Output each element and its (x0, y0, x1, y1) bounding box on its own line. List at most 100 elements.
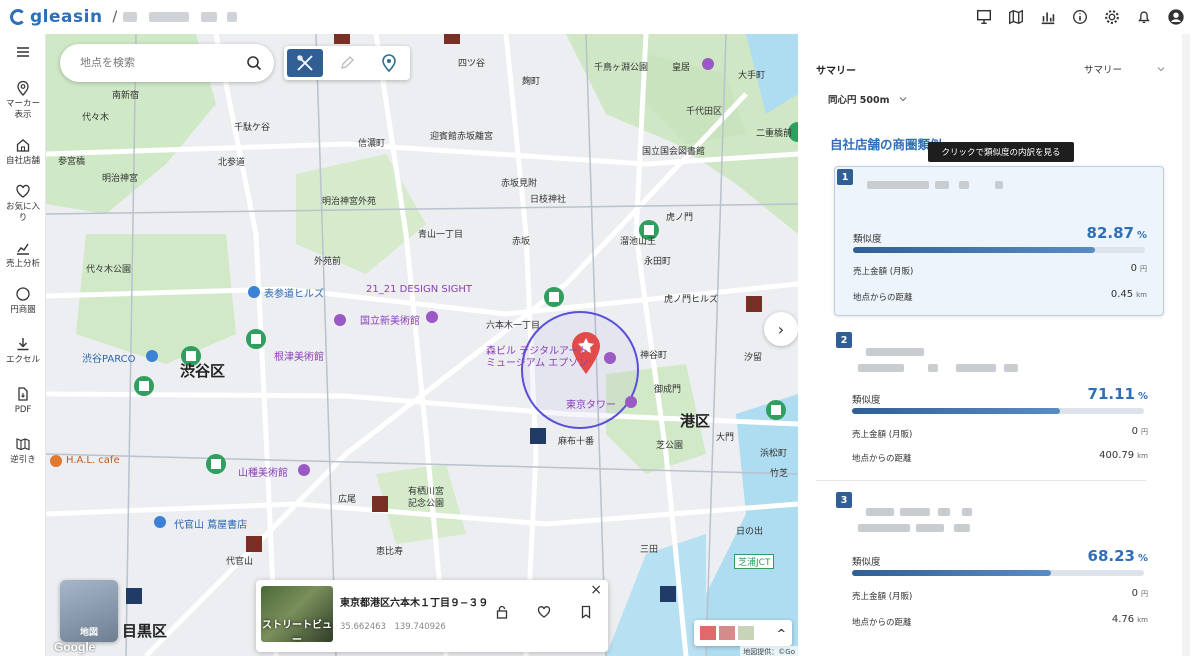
pen-tool-button[interactable] (329, 49, 365, 77)
map-canvas[interactable]: 渋谷区 港区 目黒区 国立新美術館 21_21 DESIGN SIGHT 東京タ… (46, 34, 798, 656)
sidebar-item-label: 逆引き (10, 455, 36, 465)
map-type-toggle[interactable]: 地図 (60, 580, 118, 642)
account-icon[interactable] (1166, 7, 1186, 27)
breadcrumb-redacted (149, 12, 190, 22)
map-label: 森ビル デジタルアート ミュージアム エプソン (486, 346, 589, 369)
map-label: 二重橋前 (756, 129, 793, 139)
sidebar-item-reverse[interactable]: 逆引き (0, 436, 46, 466)
legend-swatch (738, 626, 754, 640)
logo-icon (10, 9, 26, 25)
search-icon[interactable] (246, 55, 262, 71)
map-search-box (60, 44, 274, 82)
left-sidebar: マーカー 表示 自社店舗 お気に入 り 売上分析 円商圏 エクセル PDF 逆引… (0, 34, 46, 656)
store-address-redacted (916, 524, 944, 532)
sales-value: 0円 (1131, 426, 1148, 437)
sidebar-item-excel[interactable]: エクセル (0, 336, 46, 366)
map-label: 東京タワー (566, 400, 616, 411)
map-label: 国立国会図書館 (642, 147, 706, 157)
sidebar-item-pdf[interactable]: PDF (0, 386, 46, 416)
map-label: 渋谷区 (180, 362, 226, 380)
marker-tool-button[interactable] (371, 49, 407, 77)
sidebar-item-circle[interactable]: 円商圏 (0, 286, 46, 316)
bookmark-icon[interactable] (578, 604, 594, 620)
gear-icon[interactable] (1102, 7, 1122, 27)
radius-dropdown[interactable]: 同心円 500m (828, 92, 908, 106)
summary-panel: サマリー サマリー 同心円 500m 自社店舗の商圏類似 クリックで類似度の内訳… (798, 34, 1190, 656)
chevron-up-icon[interactable]: ^ (777, 627, 786, 640)
map-background (46, 34, 798, 656)
sales-value: 0円 (1131, 588, 1148, 599)
summary-dropdown[interactable]: サマリー (1084, 62, 1166, 76)
map-label: 芝公園 (656, 441, 684, 451)
sidebar-item-store[interactable]: 自社店舗 (0, 137, 46, 167)
map-attribution: 地図提供：©Go (740, 646, 798, 656)
bell-icon[interactable] (1134, 7, 1154, 27)
store-card[interactable]: 2 類似度 71.11% 売上金額 (月販) 0円 地点からの距離 400.79… (834, 330, 1164, 470)
street-view-coords: 35.662463 139.740926 (340, 622, 446, 632)
search-input[interactable] (80, 57, 246, 69)
map-label: 浜松町 (760, 449, 788, 459)
trend-chart-icon (17, 243, 29, 255)
sidebar-item-label: マーカー 表示 (5, 99, 40, 120)
similarity-bar-fill (852, 570, 1052, 576)
breadcrumb-redacted (227, 12, 238, 22)
layer-legend-chip[interactable]: ^ (694, 620, 792, 646)
similarity-value: 82.87% (1086, 224, 1147, 242)
store-name-redacted (867, 181, 929, 189)
map-label: 芝浦JCT (734, 554, 775, 569)
summary-row: サマリー サマリー (816, 58, 1166, 80)
header-toolbar (974, 7, 1186, 27)
store-name-redacted (959, 181, 969, 189)
store-address-redacted (928, 364, 938, 372)
rank-badge: 2 (836, 332, 852, 348)
chevron-down-icon (1157, 67, 1165, 72)
map-label: 参宮橋 (58, 157, 86, 167)
store-address-redacted (858, 524, 910, 532)
sidebar-item-sales[interactable]: 売上分析 (0, 240, 46, 270)
chart-icon[interactable] (1038, 7, 1058, 27)
heart-icon[interactable] (536, 604, 552, 620)
legend-swatch (719, 626, 735, 640)
expand-panel-button[interactable]: › (764, 312, 798, 346)
map-icon[interactable] (1006, 7, 1026, 27)
map-label: 広尾 (338, 495, 357, 505)
map-label: 大手町 (738, 71, 766, 81)
map-label: 南新宿 (112, 91, 140, 101)
distance-label: 地点からの距離 (852, 454, 912, 464)
pin-icon (17, 80, 29, 96)
legend-swatch (700, 626, 716, 640)
sidebar-item-marker[interactable]: マーカー 表示 (0, 80, 46, 121)
close-icon[interactable]: × (590, 582, 602, 598)
map-label: 有栖川宮 記念公園 (408, 487, 445, 509)
logo-text: gleasin (30, 7, 103, 27)
tools-icon (297, 55, 313, 71)
card-divider (816, 480, 1146, 481)
distance-value: 0.45 km (1110, 289, 1147, 300)
map-label: 六本木一丁目 (486, 321, 541, 331)
map-label: 虎ノ門ヒルズ (664, 295, 719, 305)
panel-scrollbar[interactable] (1182, 34, 1190, 656)
map-label: 永田町 (644, 257, 672, 267)
summary-dropdown-value: サマリー (1083, 65, 1122, 76)
rank-badge: 3 (836, 492, 852, 508)
breadcrumb-separator: / (112, 9, 118, 25)
map-label: 青山一丁目 (418, 230, 464, 240)
sidebar-item-favorite[interactable]: お気に入 り (0, 183, 46, 224)
distance-value: 4.76 km (1111, 614, 1148, 625)
tooltip: クリックで類似度の内訳を見る (928, 142, 1074, 162)
street-view-actions (494, 604, 594, 620)
store-card[interactable]: 3 類似度 68.23% 売上金額 (月販) 0円 地点からの距離 4.76 km (834, 490, 1164, 640)
logo[interactable]: gleasin (10, 7, 103, 27)
map-label: 渋谷PARCO (82, 354, 136, 365)
store-card[interactable]: 1 類似度 82.87% 売上金額 (月販) 0円 地点からの距離 0.45 km (834, 166, 1164, 316)
map-label: 北参道 (218, 158, 246, 168)
ruler-tool-button[interactable] (287, 49, 323, 77)
street-view-card: ストリートビュー 東京都港区六本木１丁目９−３９ 35.662463 139.7… (256, 580, 608, 652)
menu-button[interactable] (0, 44, 46, 60)
lock-icon[interactable] (494, 604, 510, 620)
dashboard-icon[interactable] (974, 7, 994, 27)
similarity-bar-fill (852, 408, 1060, 414)
sidebar-item-label: エクセル (5, 355, 40, 365)
info-icon[interactable] (1070, 7, 1090, 27)
street-view-thumbnail[interactable]: ストリートビュー (261, 586, 333, 646)
